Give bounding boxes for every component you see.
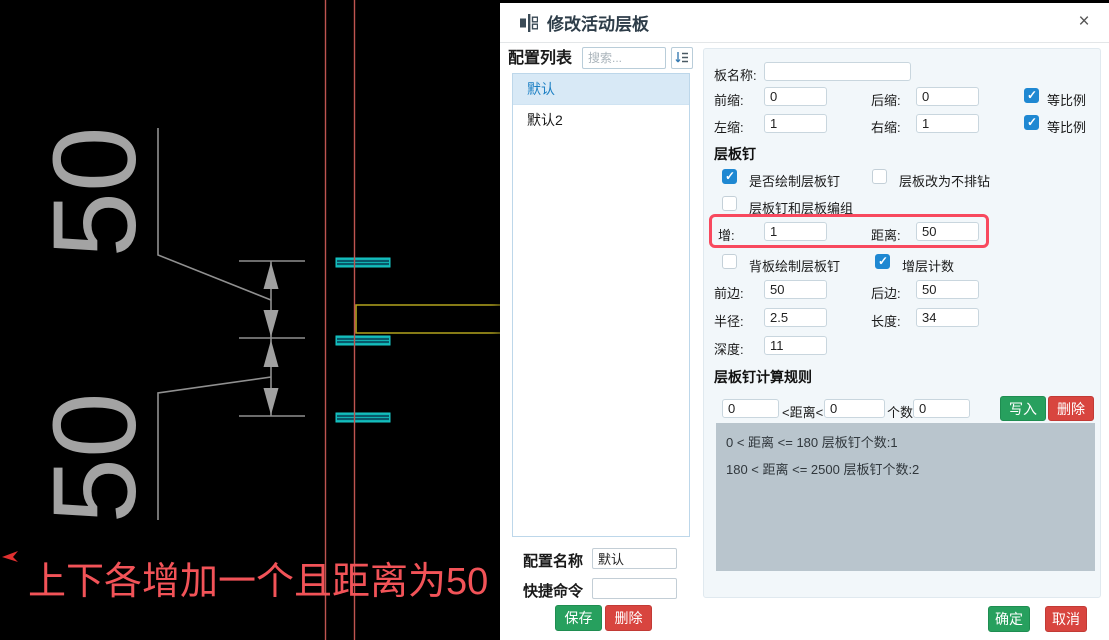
front-edge-label: 前边:	[714, 283, 744, 302]
rule-delete-button[interactable]: 删除	[1048, 396, 1094, 421]
no-drill-label: 层板改为不排钻	[899, 171, 990, 190]
config-name-input[interactable]	[592, 548, 677, 569]
back-nail-label: 背板绘制层板钉	[749, 256, 840, 275]
rule-item[interactable]: 0 < 距离 <= 180 层板钉个数:1	[716, 428, 1095, 455]
app-window: 50 50	[0, 0, 1109, 640]
config-item-default[interactable]: 默认	[513, 74, 689, 105]
cad-drawing: 50 50	[0, 0, 500, 640]
cursor-arrow-icon	[2, 551, 18, 562]
right-shrink-input[interactable]	[916, 114, 979, 133]
annotation-text: 上下各增加一个且距离为50	[28, 561, 488, 603]
dim-label-bottom: 50	[29, 392, 161, 523]
dim-label-top: 50	[29, 126, 161, 257]
board-name-input[interactable]	[764, 62, 911, 81]
delete-config-button[interactable]: 删除	[605, 605, 652, 631]
save-button[interactable]: 保存	[555, 605, 602, 631]
back-shrink-label: 后缩:	[871, 90, 901, 109]
shortcut-label: 快捷命令	[523, 580, 583, 601]
confirm-button[interactable]: 确定	[988, 606, 1030, 632]
rule-min-input[interactable]	[722, 399, 779, 418]
sort-icon	[675, 51, 689, 65]
shelf-pin-bars	[336, 258, 390, 422]
left-shrink-input[interactable]	[764, 114, 827, 133]
group-checkbox[interactable]	[722, 196, 737, 211]
back-edge-input[interactable]	[916, 280, 979, 299]
nail-section-header: 层板钉	[714, 144, 756, 164]
equal-ratio-checkbox-2[interactable]	[1024, 115, 1039, 130]
depth-label: 深度:	[714, 339, 744, 358]
config-name-label: 配置名称	[523, 550, 583, 571]
shortcut-input[interactable]	[592, 578, 677, 599]
equal-ratio-checkbox-1[interactable]	[1024, 88, 1039, 103]
close-icon[interactable]: ×	[1073, 11, 1095, 33]
search-input[interactable]	[582, 47, 666, 69]
dialog-title: 修改活动层板	[547, 10, 649, 35]
rule-item[interactable]: 180 < 距离 <= 2500 层板钉个数:2	[716, 455, 1095, 482]
radius-input[interactable]	[764, 308, 827, 327]
equal-ratio-label-1: 等比例	[1047, 90, 1086, 109]
equal-ratio-label-2: 等比例	[1047, 117, 1086, 136]
panel-outline	[356, 305, 500, 333]
rule-list[interactable]: 0 < 距离 <= 180 层板钉个数:1 180 < 距离 <= 2500 层…	[716, 423, 1095, 571]
front-shrink-input[interactable]	[764, 87, 827, 106]
construction-lines	[326, 0, 355, 640]
write-button[interactable]: 写入	[1000, 396, 1046, 421]
radius-label: 半径:	[714, 311, 744, 330]
back-shrink-input[interactable]	[916, 87, 979, 106]
rule-count-input[interactable]	[913, 399, 970, 418]
depth-input[interactable]	[764, 336, 827, 355]
right-shrink-label: 右缩:	[871, 117, 901, 136]
draw-nail-label: 是否绘制层板钉	[749, 171, 840, 190]
dimension-lines	[158, 128, 305, 520]
rule-max-input[interactable]	[824, 399, 885, 418]
layer-count-label: 增层计数	[902, 256, 954, 275]
back-edge-label: 后边:	[871, 283, 901, 302]
cad-canvas[interactable]: 50 50	[0, 0, 500, 640]
add-input[interactable]	[764, 222, 827, 241]
distance-label: 距离:	[871, 225, 901, 244]
modify-shelf-dialog: 修改活动层板 × 配置列表 默认 默认2 配置名称 快捷命令 保存 删除 板名称…	[500, 3, 1109, 640]
front-edge-input[interactable]	[764, 280, 827, 299]
board-name-label: 板名称:	[714, 65, 757, 84]
left-shrink-label: 左缩:	[714, 117, 744, 136]
distance-input[interactable]	[916, 222, 979, 241]
form-panel: 板名称: 前缩: 后缩: 等比例 左缩: 右缩: 等比例 层板钉 是否绘制层板钉…	[703, 48, 1101, 598]
shelf-align-icon	[520, 14, 538, 32]
rule-section-header: 层板钉计算规则	[714, 367, 812, 387]
draw-nail-checkbox[interactable]	[722, 169, 737, 184]
sort-button[interactable]	[671, 47, 693, 69]
length-input[interactable]	[916, 308, 979, 327]
no-drill-checkbox[interactable]	[872, 169, 887, 184]
config-list: 默认 默认2	[512, 73, 690, 537]
cancel-button[interactable]: 取消	[1045, 606, 1087, 632]
config-item-default2[interactable]: 默认2	[513, 105, 689, 136]
layer-count-checkbox[interactable]	[875, 254, 890, 269]
front-shrink-label: 前缩:	[714, 90, 744, 109]
length-label: 长度:	[871, 311, 901, 330]
dialog-titlebar: 修改活动层板 ×	[500, 3, 1109, 43]
back-nail-checkbox[interactable]	[722, 254, 737, 269]
add-label: 增:	[718, 225, 735, 244]
rule-count-label: 个数	[887, 402, 913, 421]
config-list-header: 配置列表	[508, 44, 572, 68]
rule-mid-label: <距离<	[782, 402, 823, 421]
